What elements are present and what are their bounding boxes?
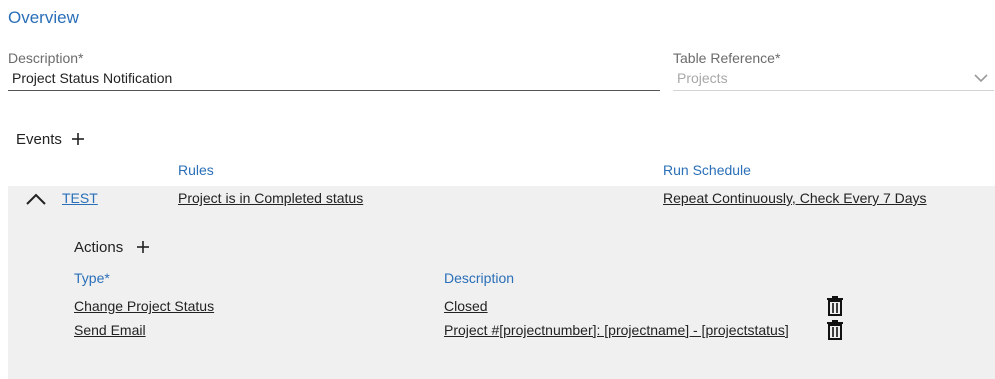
event-rule-link[interactable]: Project is in Completed status (178, 190, 363, 206)
add-action-plus-icon[interactable] (136, 240, 150, 254)
action-description-link[interactable]: Project #[projectnumber]: [projectname] … (444, 322, 789, 338)
events-title: Events (16, 131, 62, 148)
description-field[interactable]: Project Status Notification (8, 69, 660, 91)
actions-title: Actions (74, 239, 124, 256)
run-schedule-column-header: Run Schedule (663, 162, 751, 178)
event-name-link[interactable]: TEST (62, 190, 98, 206)
table-reference-select[interactable]: Projects (673, 69, 994, 91)
action-description-column-header: Description (444, 270, 515, 286)
chevron-up-icon[interactable] (25, 191, 47, 207)
description-label: Description* (8, 50, 84, 66)
rules-column-header: Rules (178, 162, 214, 178)
table-reference-value: Projects (677, 70, 728, 86)
action-type-link[interactable]: Change Project Status (74, 298, 214, 314)
add-event-plus-icon[interactable] (71, 132, 85, 146)
table-reference-label: Table Reference* (673, 50, 781, 66)
action-type-column-header: Type* (74, 270, 110, 286)
trash-icon[interactable] (826, 320, 844, 340)
action-type-link[interactable]: Send Email (74, 322, 146, 338)
page-title: Overview (8, 8, 79, 27)
event-schedule-link[interactable]: Repeat Continuously, Check Every 7 Days (663, 190, 927, 206)
action-description-link[interactable]: Closed (444, 298, 488, 314)
trash-icon[interactable] (826, 296, 844, 316)
chevron-down-icon[interactable] (974, 71, 988, 85)
